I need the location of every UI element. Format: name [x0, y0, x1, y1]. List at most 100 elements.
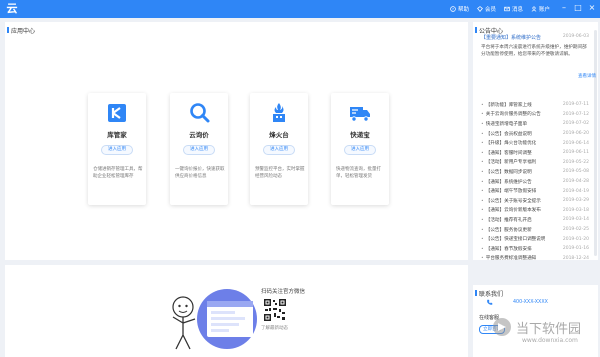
nav-help-label: 帮助	[458, 7, 470, 13]
announcement-item-title: 【公告】快递宝接口调整说明	[481, 236, 546, 242]
announcement-item[interactable]: 【公告】快递宝接口调整说明 2019-01-20	[481, 234, 589, 244]
featured-announcement[interactable]: 【重要通知】系统维护公告 2019-06-03 平台将于本周六凌晨进行系统升级维…	[481, 34, 589, 58]
title-bar: 云 ? 帮助 会员 消息 账户 – □ ×	[0, 0, 600, 18]
close-button[interactable]: ×	[588, 3, 596, 13]
announcement-item-title: 【通知】春节放假安排	[481, 246, 532, 252]
qr-code-image	[263, 298, 287, 322]
announcement-item-title: 【公告】关于账号安全提示	[481, 198, 541, 204]
featured-body: 平台将于本周六凌晨进行系统升级维护，维护期间部分功能暂停使用，给您带来的不便敬请…	[481, 45, 587, 57]
warehouse-icon	[108, 104, 126, 122]
announcement-item-title: 【活动】推荐有礼开启	[481, 217, 532, 223]
product-card-fenghuotai[interactable]: 烽火台 进入应用 预警监控平台，实时掌握经营风险动态	[250, 93, 308, 205]
product-card-kuguanjia[interactable]: 库管家 进入应用 仓储进销存管理工具，帮助企业轻松管理库存	[88, 93, 146, 205]
nav-member[interactable]: 会员	[477, 5, 496, 13]
enter-app-button[interactable]: 进入应用	[263, 145, 295, 155]
scrollbar[interactable]	[594, 30, 597, 256]
announcement-item-title: 关于云询价服务调整的公告	[481, 111, 541, 117]
nav-message[interactable]: 消息	[504, 5, 523, 13]
announcement-item-date: 2018-12-24	[562, 255, 589, 261]
announcement-item-title: 【公告】服务协议更新	[481, 227, 532, 233]
help-icon: ?	[450, 6, 456, 12]
nav-member-label: 会员	[485, 7, 497, 13]
message-icon	[504, 6, 510, 12]
minimize-button[interactable]: –	[560, 3, 568, 13]
app-screen-illustration	[197, 289, 257, 349]
announcement-item[interactable]: 【通知】云询价新版本发布 2019-03-18	[481, 206, 589, 216]
announcement-item[interactable]: 【通知】系统维护公告 2019-04-28	[481, 177, 589, 187]
product-name: 烽火台	[269, 131, 289, 139]
enter-app-button[interactable]: 进入应用	[101, 145, 133, 155]
announcement-item-date: 2019-05-08	[562, 169, 589, 175]
product-name: 快递宝	[350, 131, 370, 139]
announcement-item[interactable]: 【通知】春节放假安排 2019-01-16	[481, 244, 589, 254]
contact-phone: 400-XXX-XXXX	[513, 300, 548, 305]
product-card-yunxunjia[interactable]: 云询价 进入应用 一键询价报价，快速获取供应商价格信息	[170, 93, 228, 205]
product-name: 库管家	[107, 131, 127, 139]
qr-caption: 了解最新动态	[261, 326, 288, 331]
product-card-kuaidibao[interactable]: 快递宝 进入应用 快递物流查询，批量打单，轻松管理发货	[331, 93, 389, 205]
announcement-item[interactable]: 【活动】新用户专享福利 2019-05-22	[481, 158, 589, 168]
announcement-item-date: 2019-07-12	[562, 111, 589, 117]
announcement-item[interactable]: 【公告】会员权益说明 2019-06-20	[481, 129, 589, 139]
announcement-item-date: 2019-07-11	[562, 102, 589, 108]
announcement-item-date: 2019-05-22	[562, 159, 589, 165]
app-center-panel: 应用中心 库管家 进入应用 仓储进销存管理工具，帮助企业轻松管理库存 云询价 进…	[5, 22, 468, 260]
announcement-item-date: 2019-01-20	[562, 236, 589, 242]
product-name: 云询价	[189, 131, 209, 139]
watermark-text: 当下软件园	[516, 322, 582, 337]
announcement-item[interactable]: 【升级】烽火台功能优化 2019-06-14	[481, 138, 589, 148]
announcement-item[interactable]: 【公告】关于账号安全提示 2019-03-29	[481, 196, 589, 206]
announcement-item-date: 2019-04-28	[562, 179, 589, 185]
announcement-panel: 公告中心 【重要通知】系统维护公告 2019-06-03 平台将于本周六凌晨进行…	[473, 22, 598, 263]
watermark-url: www.downxia.com	[522, 337, 578, 344]
announcement-item-date: 2019-03-14	[562, 217, 589, 223]
enter-app-button[interactable]: 进入应用	[183, 145, 215, 155]
announcement-item-date: 2019-03-18	[562, 207, 589, 213]
announcement-item[interactable]: 【新功能】库管家上线 2019-07-11	[481, 100, 589, 110]
announcement-item[interactable]: 【公告】数据同步说明 2019-05-08	[481, 167, 589, 177]
maximize-button[interactable]: □	[574, 3, 582, 13]
announcement-item-title: 【通知】云询价新版本发布	[481, 207, 541, 213]
announcement-item-title: 【通知】端午节放假安排	[481, 188, 537, 194]
announcement-item-date: 2019-06-20	[562, 131, 589, 137]
app-center-title: 应用中心	[6, 27, 36, 35]
truck-icon	[350, 107, 370, 122]
nav-account[interactable]: 账户	[531, 5, 550, 13]
announcement-item[interactable]: 关于云询价服务调整的公告 2019-07-12	[481, 110, 589, 120]
announcement-item[interactable]: 【通知】端午节放假安排 2019-04-19	[481, 186, 589, 196]
announcement-item[interactable]: 【公告】服务协议更新 2019-02-25	[481, 225, 589, 235]
enter-app-button[interactable]: 进入应用	[344, 145, 376, 155]
featured-title: 【重要通知】系统维护公告	[481, 35, 542, 41]
announcement-item-title: 【公告】会员权益说明	[481, 131, 532, 137]
user-icon	[531, 6, 537, 12]
featured-more-link[interactable]: 查看详情	[578, 73, 596, 79]
banner-panel: 扫码关注官方微信 了解最新动态	[5, 265, 468, 357]
announcement-item-title: 快递宝新增电子面单	[481, 121, 527, 127]
announcement-item[interactable]: 平台服务费标准调整通知 2018-12-24	[481, 254, 589, 264]
beacon-icon	[273, 103, 285, 122]
announcement-item-date: 2019-01-16	[562, 246, 589, 252]
announcement-item-date: 2019-02-25	[562, 227, 589, 233]
nav-account-label: 账户	[539, 7, 551, 13]
announcement-item-title: 【通知】客服时间调整	[481, 150, 532, 156]
announcement-list: 【新功能】库管家上线 2019-07-11 关于云询价服务调整的公告 2019-07…	[481, 100, 589, 263]
announcement-item[interactable]: 【活动】推荐有礼开启 2019-03-14	[481, 215, 589, 225]
announcement-item[interactable]: 快递宝新增电子面单 2019-07-02	[481, 119, 589, 129]
announcement-item-title: 平台服务费标准调整通知	[481, 255, 537, 261]
nav-message-label: 消息	[512, 7, 524, 13]
announcement-item-title: 【公告】数据同步说明	[481, 169, 532, 175]
product-desc: 快递物流查询，批量打单，轻松管理发货	[336, 167, 381, 179]
window-controls: – □ ×	[560, 3, 596, 13]
search-icon	[190, 103, 210, 123]
app-logo: 云	[6, 2, 18, 15]
watermark: 当下软件园 www.downxia.com	[478, 313, 598, 357]
announcement-item[interactable]: 【通知】客服时间调整 2019-06-11	[481, 148, 589, 158]
announcement-item-date: 2019-06-11	[562, 150, 589, 156]
product-desc: 预警监控平台，实时掌握经营风险动态	[255, 167, 305, 179]
nav-help[interactable]: ? 帮助	[450, 5, 469, 13]
announcement-item-title: 【活动】新用户专享福利	[481, 159, 537, 165]
announcement-item-title: 【新功能】库管家上线	[481, 102, 532, 108]
announcement-item-title: 【升级】烽火台功能优化	[481, 140, 537, 146]
qr-title: 扫码关注官方微信	[261, 289, 306, 295]
svg-text:?: ?	[452, 7, 454, 11]
